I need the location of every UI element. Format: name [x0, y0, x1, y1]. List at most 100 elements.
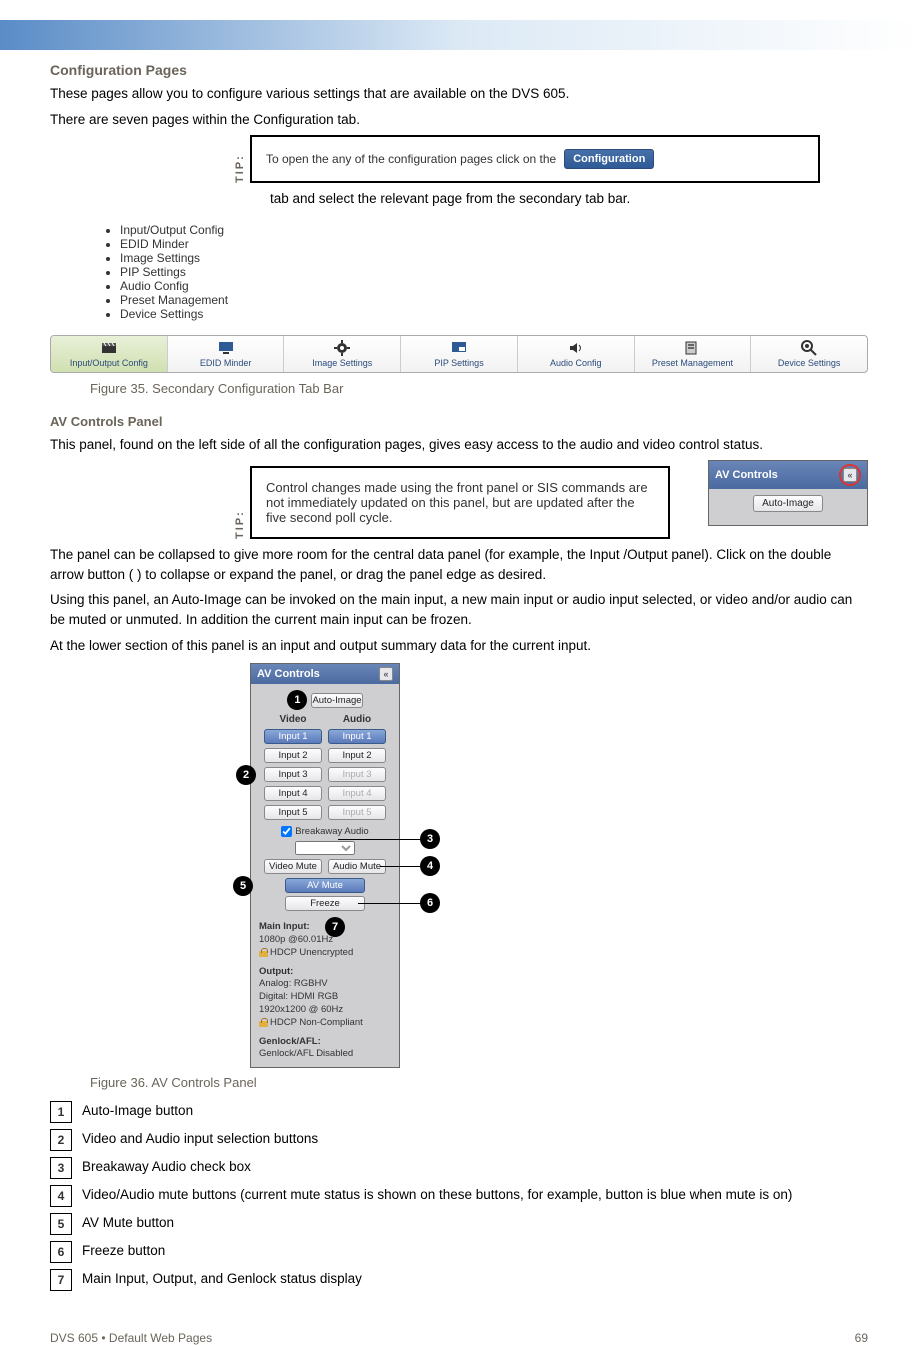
av-controls-mini-panel: AV Controls « Auto-Image — [708, 460, 868, 526]
mini-panel-title: AV Controls — [715, 469, 778, 481]
tab-image-settings[interactable]: Image Settings — [283, 336, 400, 372]
configuration-button[interactable]: Configuration — [564, 149, 654, 169]
tab-audio-config[interactable]: Audio Config — [517, 336, 634, 372]
page-footer: DVS 605 • Default Web Pages 69 — [0, 1331, 918, 1345]
instr-4: 4 Video/Audio mute buttons (current mute… — [50, 1185, 868, 1207]
callout-7-bubble: 7 — [325, 917, 345, 937]
callout-2-bubble: 2 — [236, 765, 256, 785]
mini-panel-header: AV Controls « — [709, 461, 867, 489]
output-analog: Analog: RGBHV — [259, 978, 391, 991]
input-row-5: Input 5 Input 5 — [264, 805, 386, 820]
chevron-left-icon: « — [847, 470, 852, 480]
video-mute-button[interactable]: Video Mute — [264, 859, 322, 874]
output-hdr: Output: — [259, 966, 293, 977]
tab-label: Preset Management — [652, 358, 733, 368]
instr-4-main: Video/Audio mute buttons — [82, 1187, 236, 1202]
audio-input-2-button[interactable]: Input 2 — [328, 748, 386, 763]
video-input-5-button[interactable]: Input 5 — [264, 805, 322, 820]
list-item: Device Settings — [120, 307, 868, 321]
audio-mute-button[interactable]: Audio Mute — [328, 859, 386, 874]
tip-text-content: Control changes made using the front pan… — [250, 466, 670, 539]
list-item: Audio Config — [120, 279, 868, 293]
tab-edid-minder[interactable]: EDID Minder — [167, 336, 284, 372]
breakaway-select[interactable] — [295, 841, 355, 855]
section-heading: Configuration Pages — [50, 62, 868, 78]
input-row-3: 2 Input 3 Input 3 — [264, 767, 386, 782]
column-headers: Video Audio — [264, 714, 386, 725]
instr-5-text: AV Mute button — [82, 1213, 174, 1233]
tab-pip-settings[interactable]: PIP Settings — [400, 336, 517, 372]
audio-input-3-button[interactable]: Input 3 — [328, 767, 386, 782]
instr-5: 5 AV Mute button — [50, 1213, 868, 1235]
instr-7: 7 Main Input, Output, and Genlock status… — [50, 1269, 868, 1291]
av-controls-heading: AV Controls Panel — [50, 414, 868, 429]
list-item: Image Settings — [120, 251, 868, 265]
audio-input-5-button[interactable]: Input 5 — [328, 805, 386, 820]
instr-1-text: Auto-Image button — [82, 1101, 193, 1121]
video-col-head: Video — [264, 714, 322, 725]
instr-3-text: Breakaway Audio check box — [82, 1157, 251, 1177]
instr-7-text: Main Input, Output, and Genlock status d… — [82, 1269, 362, 1289]
clapperboard-icon — [101, 340, 117, 356]
auto-image-button[interactable]: Auto-Image — [753, 495, 823, 512]
collapse-icon[interactable]: « — [379, 667, 393, 681]
num-7-icon: 7 — [50, 1269, 72, 1291]
auto-image-button[interactable]: Auto-Image — [311, 693, 362, 708]
instr-3: 3 Breakaway Audio check box — [50, 1157, 868, 1179]
av-body-2: Using this panel, an Auto-Image can be i… — [50, 590, 868, 629]
top-blue-strip — [0, 20, 918, 50]
main-input-rate: 1080p @60.01Hz — [259, 934, 391, 947]
tab-label: Device Settings — [778, 358, 841, 368]
mute-row: Video Mute Audio Mute — [264, 859, 386, 874]
tip-callout-2: TIP: Control changes made using the fron… — [230, 466, 670, 539]
freeze-button[interactable]: Freeze — [285, 896, 365, 911]
output-res: 1920x1200 @ 60Hz — [259, 1004, 391, 1017]
panel-title: AV Controls — [257, 668, 320, 680]
video-input-1-button[interactable]: Input 1 — [264, 729, 322, 744]
secondary-tab-bar: Input/Output Config EDID Minder Image Se… — [50, 335, 868, 373]
tab-device-settings[interactable]: Device Settings — [750, 336, 867, 372]
figure35-caption: Figure 35. Secondary Configuration Tab B… — [90, 381, 868, 396]
tab-label: Input/Output Config — [70, 358, 148, 368]
video-input-3-button[interactable]: Input 3 — [264, 767, 322, 782]
footer-left: DVS 605 • Default Web Pages — [50, 1331, 212, 1345]
panel-body: 1 Auto-Image Video Audio Input 1 Input 1… — [251, 684, 399, 1067]
callout-6-line — [358, 903, 420, 904]
input-row-1: Input 1 Input 1 — [264, 729, 386, 744]
tab-preset-management[interactable]: Preset Management — [634, 336, 751, 372]
genlock-state: Genlock/AFL Disabled — [259, 1048, 391, 1061]
tab-input-output-config[interactable]: Input/Output Config — [51, 336, 167, 372]
intro-text-2: There are seven pages within the Configu… — [50, 110, 868, 130]
tip-label: TIP: — [230, 135, 250, 183]
callout-6-label: 6 — [420, 893, 440, 913]
instr-2-text: Video and Audio input selection buttons — [82, 1129, 318, 1149]
video-input-4-button[interactable]: Input 4 — [264, 786, 322, 801]
intro-text-1: These pages allow you to configure vario… — [50, 84, 868, 104]
num-4-icon: 4 — [50, 1185, 72, 1207]
tab-label: Image Settings — [312, 358, 372, 368]
breakaway-audio-checkbox[interactable] — [281, 826, 292, 837]
av-mute-button[interactable]: AV Mute — [285, 878, 365, 893]
gear-icon — [334, 340, 350, 356]
tip-callout-1: TIP: To open the any of the configuratio… — [230, 135, 820, 183]
callout-6-bubble: 6 — [420, 893, 440, 913]
instr-6-text: Freeze button — [82, 1241, 165, 1261]
callout-4-bubble: 4 — [420, 856, 440, 876]
num-5-icon: 5 — [50, 1213, 72, 1235]
breakaway-audio-row: Breakaway Audio — [281, 826, 368, 837]
breakaway-label: Breakaway Audio — [295, 826, 368, 837]
collapse-icon[interactable]: « — [843, 468, 857, 482]
audio-input-4-button[interactable]: Input 4 — [328, 786, 386, 801]
list-item: Preset Management — [120, 293, 868, 307]
tip-label: TIP: — [230, 466, 250, 539]
tip-text: To open the any of the configuration pag… — [250, 135, 820, 183]
instr-4-suffix: (current mute status is shown on these b… — [236, 1187, 792, 1202]
collapse-highlight-circle: « — [839, 464, 861, 486]
audio-col-head: Audio — [328, 714, 386, 725]
audio-input-1-button[interactable]: Input 1 — [328, 729, 386, 744]
avmute-freeze: 5 AV Mute Freeze — [285, 878, 365, 911]
preset-icon — [684, 340, 700, 356]
video-input-2-button[interactable]: Input 2 — [264, 748, 322, 763]
callout-4-label: 4 — [420, 856, 440, 876]
av-body-3: At the lower section of this panel is an… — [50, 636, 868, 656]
